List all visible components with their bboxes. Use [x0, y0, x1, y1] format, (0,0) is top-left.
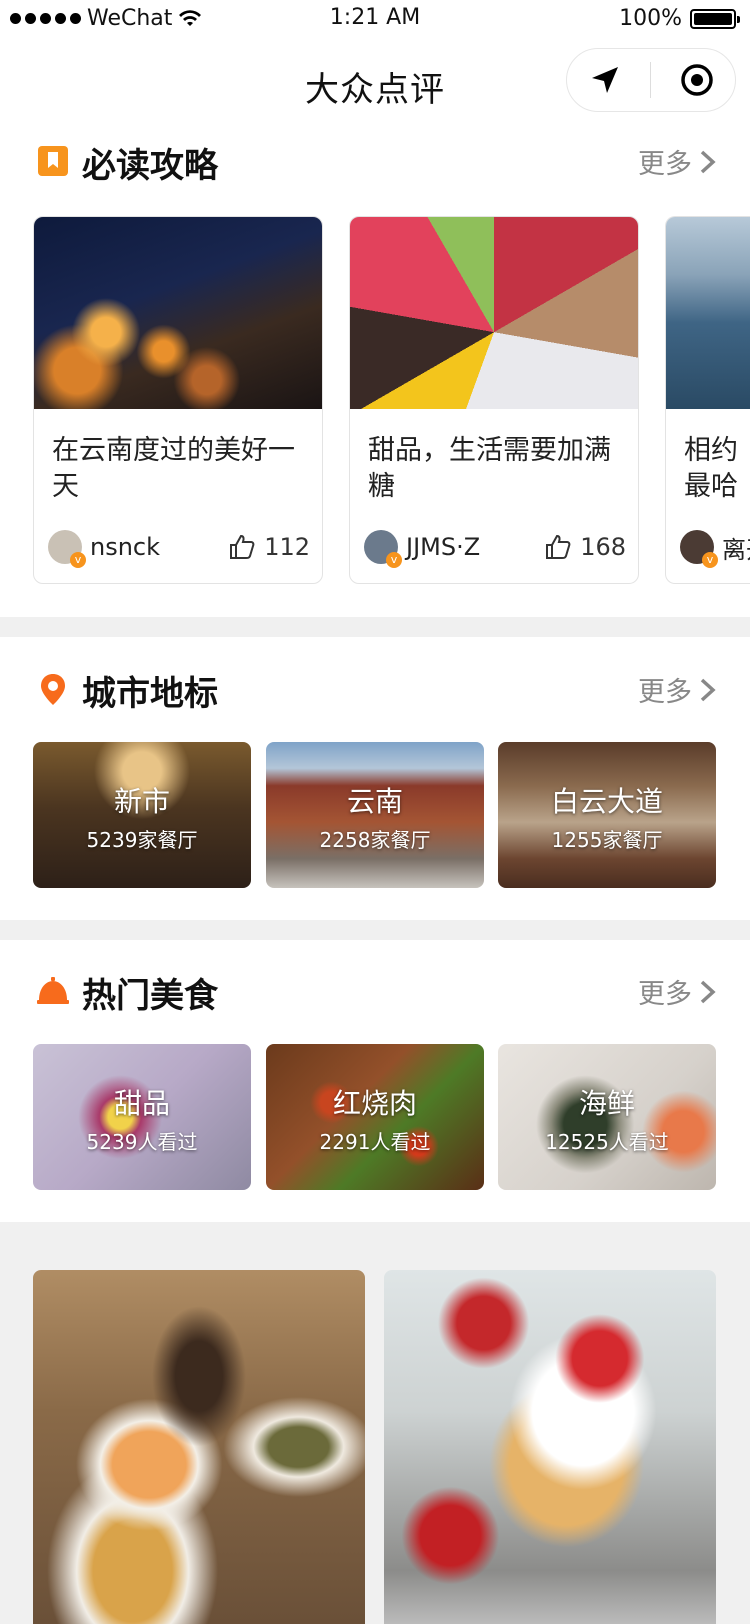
landmark-name: 白云大道	[550, 785, 663, 818]
like-count: 112	[264, 533, 310, 561]
hot-food-header: 热门美食 更多	[0, 964, 750, 1024]
status-right: 100%	[619, 6, 740, 31]
bookmark-icon	[38, 146, 68, 176]
hot-food-more-link[interactable]: 更多	[638, 972, 718, 1011]
guide-image-santorini	[34, 217, 322, 409]
guide-image-sea	[666, 217, 750, 409]
section-divider	[0, 920, 750, 940]
verified-icon: v	[386, 552, 402, 568]
food-tile[interactable]: 红烧肉 2291人看过	[266, 1044, 484, 1190]
guide-meta: v nsnck 112	[48, 527, 310, 568]
verified-icon: v	[70, 552, 86, 568]
landmark-tile[interactable]: 白云大道 1255家餐厅	[498, 742, 716, 888]
restaurant-count: 5239家餐厅	[86, 828, 198, 852]
more-label: 更多	[638, 677, 692, 708]
verified-icon: v	[702, 552, 718, 568]
view-count: 12525人看过	[545, 1130, 669, 1154]
chevron-right-icon	[700, 980, 716, 1003]
landmarks-header: 城市地标 更多	[0, 662, 750, 722]
section-title: 必读攻略	[82, 146, 218, 186]
view-count: 5239人看过	[86, 1130, 198, 1154]
landmarks-more-link[interactable]: 更多	[638, 670, 718, 709]
location-pin-icon	[41, 674, 65, 705]
food-name: 红烧肉	[332, 1087, 417, 1120]
guide-meta: v 离开	[680, 527, 750, 568]
section-title: 城市地标	[82, 674, 218, 714]
more-label: 更多	[638, 149, 692, 180]
landmark-name: 云南	[346, 785, 403, 818]
chevron-right-icon	[700, 150, 716, 173]
guide-image-cake	[350, 217, 638, 409]
landmark-tile[interactable]: 云南 2258家餐厅	[266, 742, 484, 888]
chevron-right-icon	[700, 678, 716, 701]
location-button[interactable]	[575, 50, 635, 110]
close-button[interactable]	[667, 50, 727, 110]
restaurant-count: 1255家餐厅	[551, 828, 663, 852]
guide-title: 甜品，生活需要加满糖	[368, 435, 611, 502]
guide-meta: v JJMS·Z 168	[364, 527, 626, 568]
guides-header: 必读攻略 更多	[0, 134, 750, 194]
view-count: 2291人看过	[319, 1130, 431, 1154]
thumbs-up-icon	[230, 534, 255, 559]
food-tile[interactable]: 海鲜 12525人看过	[498, 1044, 716, 1190]
battery-icon	[690, 8, 740, 29]
guide-card[interactable]: 甜品，生活需要加满糖 v JJMS·Z 168	[349, 216, 639, 584]
section-divider	[0, 617, 750, 637]
avatar: v	[364, 530, 402, 568]
guide-title: 在云南度过的美好一天	[52, 435, 295, 502]
author-name: nsnck	[90, 533, 161, 561]
food-tile[interactable]: 甜品 5239人看过	[33, 1044, 251, 1190]
guides-more-link[interactable]: 更多	[638, 142, 718, 181]
guide-card[interactable]: 在云南度过的美好一天 v nsnck 112	[33, 216, 323, 584]
food-name: 甜品	[113, 1087, 170, 1120]
food-cover-icon	[37, 977, 69, 1004]
landmark-tile[interactable]: 新市 5239家餐厅	[33, 742, 251, 888]
guide-card[interactable]: 相约最哈哈呵 v 离开	[665, 216, 750, 584]
like-button[interactable]: 168	[544, 533, 626, 561]
target-icon	[681, 64, 713, 96]
battery-fill	[694, 12, 732, 25]
avatar: v	[680, 530, 718, 568]
like-count: 168	[580, 533, 626, 561]
feed-card-image[interactable]	[33, 1270, 365, 1624]
location-arrow-icon	[591, 67, 618, 93]
status-bar: WeChat 1:21 AM 100%	[0, 0, 750, 40]
avatar: v	[48, 530, 86, 568]
feed-card-image[interactable]	[384, 1270, 716, 1624]
mini-program-capsule	[566, 48, 736, 112]
author-name: JJMS·Z	[406, 533, 481, 561]
food-name: 海鲜	[578, 1087, 635, 1120]
like-button[interactable]: 112	[228, 533, 310, 561]
capsule-divider	[650, 62, 652, 98]
guide-title: 相约最哈哈呵	[684, 435, 738, 502]
more-label: 更多	[638, 979, 692, 1010]
landmark-name: 新市	[113, 785, 170, 818]
battery-percent: 100%	[619, 6, 682, 31]
section-title: 热门美食	[82, 976, 218, 1016]
author-name: 离开	[722, 535, 750, 564]
thumbs-up-icon	[546, 534, 571, 559]
restaurant-count: 2258家餐厅	[319, 828, 431, 852]
